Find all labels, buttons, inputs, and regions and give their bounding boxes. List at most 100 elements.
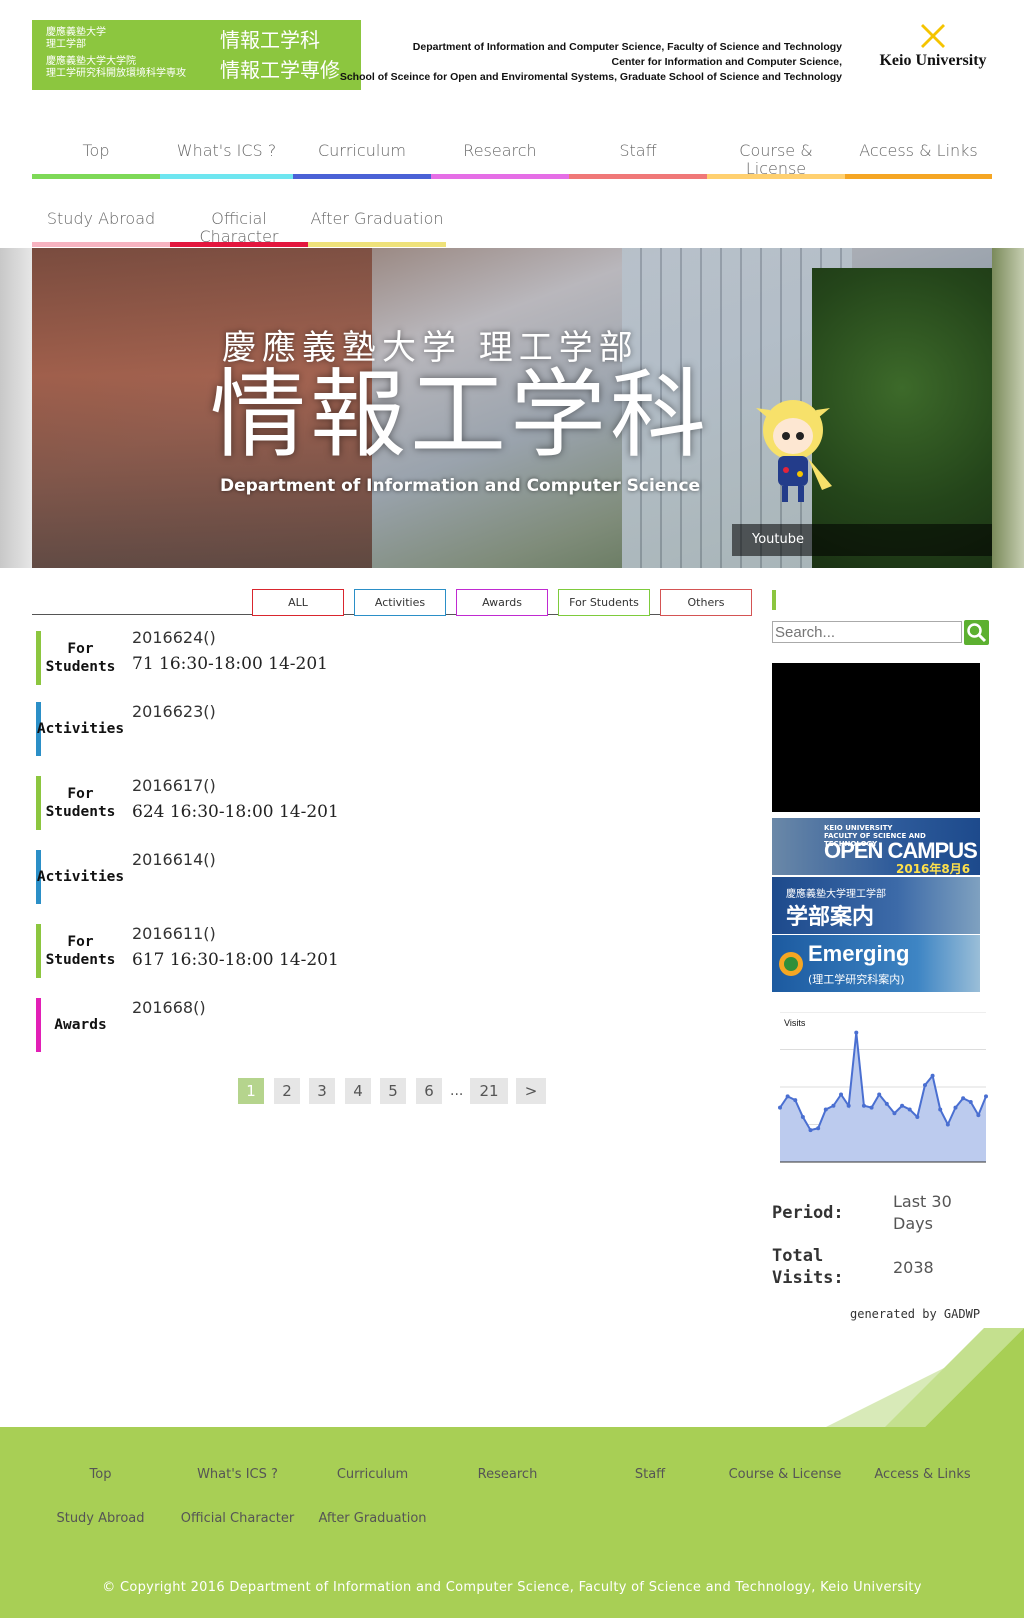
page-link-6[interactable]: 6: [416, 1078, 442, 1104]
nav-item-access-links[interactable]: Access & Links: [845, 132, 992, 179]
dept-line: Center for Information and Computer Scie…: [611, 56, 842, 68]
nav-item-label: What's ICS ?: [176, 141, 277, 160]
filter-tab-others[interactable]: Others: [660, 589, 752, 616]
chart-legend-label: Visits: [784, 1018, 806, 1028]
search-input[interactable]: [772, 621, 962, 643]
emerging-banner[interactable]: Emerging (理工学研究科案内): [772, 935, 980, 992]
footer-nav-official-character[interactable]: Official Character: [170, 1511, 305, 1526]
footer-nav-top[interactable]: Top: [38, 1467, 163, 1482]
news-title[interactable]: 624 16:30-18:00 14-201: [132, 802, 339, 822]
open-campus-banner[interactable]: KEIO UNIVERSITY FACULTY OF SCIENCE AND T…: [772, 818, 980, 875]
page-link-21[interactable]: 21: [470, 1078, 508, 1104]
nav-item-label: Staff: [619, 141, 657, 160]
chart-point: [877, 1092, 882, 1097]
chart-point: [938, 1107, 943, 1112]
banner-small-text: 慶應義塾大学理工学部: [786, 889, 886, 900]
page-link-5[interactable]: 5: [380, 1078, 406, 1104]
nav-item-underline: [293, 174, 431, 179]
news-date: 201668(): [132, 998, 206, 1017]
nav-item-official-character[interactable]: Official Character: [170, 200, 308, 247]
nav-item-after-graduation[interactable]: After Graduation: [308, 200, 446, 247]
chart-point: [892, 1111, 897, 1116]
news-title[interactable]: 71 16:30-18:00 14-201: [132, 654, 328, 674]
chart-point: [861, 1103, 866, 1108]
chart-point: [800, 1115, 805, 1119]
keio-pen-icon: [921, 24, 945, 48]
logo-graduate-text: 慶應義塾大学大学院 理工学研究科開放環境科学専攻: [46, 56, 186, 79]
nav-item-label: Top: [82, 141, 110, 160]
banner-title: Emerging: [808, 941, 910, 966]
logo-major-name: 情報工学専修: [220, 58, 340, 82]
chart-point: [869, 1105, 874, 1110]
page-link-3[interactable]: 3: [309, 1078, 335, 1104]
chart-point: [793, 1098, 798, 1103]
chart-area: [780, 1032, 986, 1162]
news-category-tag: Activities: [36, 702, 124, 756]
chart-point: [854, 1030, 859, 1035]
chart-point: [984, 1094, 988, 1099]
department-logo[interactable]: 慶應義塾大学 理工学部 慶應義塾大学大学院 理工学研究科開放環境科学専攻 情報工…: [32, 20, 361, 90]
video-player[interactable]: [772, 663, 980, 812]
keio-logo[interactable]: Keio University: [874, 22, 992, 82]
news-category-tag: Activities: [36, 850, 124, 904]
next-page-button[interactable]: >: [516, 1078, 546, 1104]
footer-nav-after-graduation[interactable]: After Graduation: [305, 1511, 440, 1526]
page-link-4[interactable]: 4: [345, 1078, 371, 1104]
banner-title: 学部案内: [786, 905, 875, 930]
footer-nav-research[interactable]: Research: [440, 1467, 575, 1482]
corner-decoration: [824, 1328, 1024, 1428]
visits-label: Total Visits:: [772, 1246, 844, 1288]
logo-department-name: 情報工学科: [220, 28, 320, 52]
news-category-tag: For Students: [36, 776, 120, 830]
footer-nav-course-license[interactable]: Course & License: [715, 1467, 855, 1482]
filter-tab-activities[interactable]: Activities: [354, 589, 446, 616]
chart-point: [823, 1107, 828, 1112]
period-label: Period:: [772, 1203, 844, 1223]
chart-point: [930, 1073, 935, 1078]
chart-point: [968, 1100, 973, 1104]
nav-item-course-license[interactable]: Course & License: [707, 132, 845, 179]
youtube-link[interactable]: Youtube: [732, 524, 992, 556]
site-footer: Top What's ICS ? Curriculum Research Staff Co…: [0, 1427, 1024, 1618]
filter-tab-for-students[interactable]: For Students: [558, 589, 650, 616]
page-link-1[interactable]: 1: [238, 1078, 264, 1104]
news-date: 2016614(): [132, 850, 216, 869]
university-name: Keio University: [879, 52, 987, 69]
nav-item-staff[interactable]: Staff: [569, 132, 707, 179]
footer-nav-staff[interactable]: Staff: [585, 1467, 715, 1482]
nav-item-label: Official Character: [199, 209, 279, 246]
chart-point: [785, 1094, 790, 1099]
hero-prev-peek: [0, 248, 32, 568]
chart-point: [953, 1105, 958, 1110]
nav-item-what-s-ics[interactable]: What's ICS ?: [160, 132, 293, 179]
news-category-tag: For Students: [36, 631, 120, 685]
chart-point: [907, 1107, 912, 1112]
news-date: 2016617(): [132, 776, 216, 795]
footer-nav-what-s-ics[interactable]: What's ICS ?: [170, 1467, 305, 1482]
footer-nav-study-abroad[interactable]: Study Abroad: [38, 1511, 163, 1526]
nav-item-research[interactable]: Research: [431, 132, 569, 179]
filter-tab-awards[interactable]: Awards: [456, 589, 548, 616]
footer-nav-curriculum[interactable]: Curriculum: [305, 1467, 440, 1482]
nav-item-label: Curriculum: [317, 141, 407, 160]
faculty-guide-banner[interactable]: 慶應義塾大学理工学部 学部案内: [772, 877, 980, 934]
chart-point: [961, 1096, 966, 1101]
chart-point: [976, 1113, 981, 1118]
filter-tab-all[interactable]: ALL: [252, 589, 344, 616]
nav-item-top[interactable]: Top: [32, 132, 160, 179]
nav-item-underline: [569, 174, 707, 179]
search-button[interactable]: [964, 620, 989, 645]
news-date: 2016624(): [132, 628, 216, 647]
nav-item-label: Study Abroad: [46, 209, 156, 228]
nav-item-study-abroad[interactable]: Study Abroad: [32, 200, 170, 247]
footer-nav-access-links[interactable]: Access & Links: [860, 1467, 985, 1482]
nav-item-curriculum[interactable]: Curriculum: [293, 132, 431, 179]
chart-point: [839, 1092, 844, 1097]
chart-point: [900, 1103, 905, 1108]
hero-slider[interactable]: 慶應義塾大学 理工学部 情報工学科 Department of Informat…: [32, 248, 992, 568]
search-icon: [967, 623, 987, 643]
news-title[interactable]: 617 16:30-18:00 14-201: [132, 950, 339, 970]
chart-point: [808, 1128, 813, 1133]
nav-item-label: Access & Links: [859, 141, 978, 160]
page-link-2[interactable]: 2: [274, 1078, 300, 1104]
